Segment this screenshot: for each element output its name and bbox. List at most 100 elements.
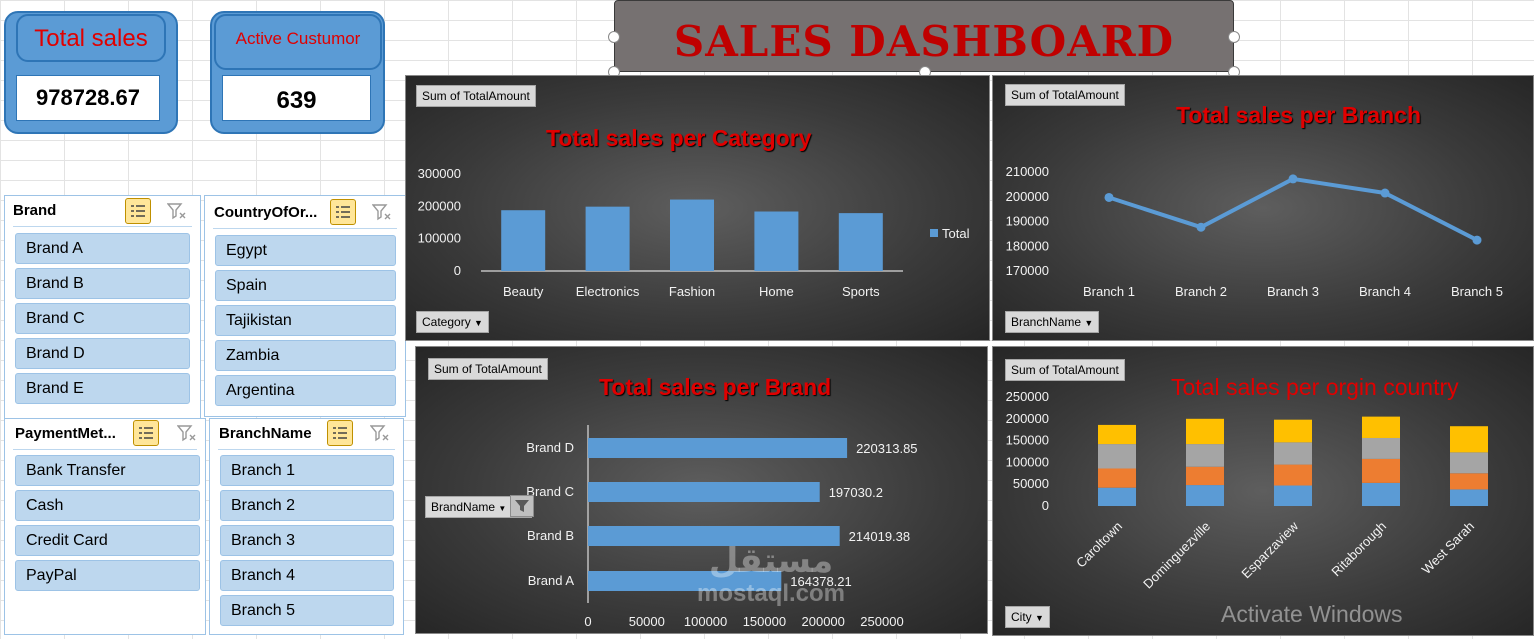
category-filter-button[interactable]: Category ▼	[416, 311, 489, 333]
y-tick-label: Brand D	[526, 440, 574, 455]
x-tick-label: Dominguezville	[1140, 519, 1213, 592]
branch-line-chart: 170000 180000 190000 200000 210000 Branch 1 Br…	[1006, 164, 1503, 299]
watermark-logo-latin: mostaql.com	[696, 580, 846, 607]
x-tick-label: West Sarah	[1419, 519, 1477, 577]
slicer-item[interactable]: Zambia	[215, 340, 396, 371]
stack-segment	[1450, 426, 1488, 453]
x-tick-label: Fashion	[669, 284, 715, 299]
brand-slicer: Brand Brand A Brand B Brand C Brand D Br…	[4, 195, 201, 420]
bar	[588, 438, 848, 458]
y-tick-label: 150000	[1006, 433, 1049, 448]
slicer-item[interactable]: Branch 2	[220, 490, 394, 521]
y-tick-label: Brand A	[528, 573, 575, 588]
resize-handle[interactable]	[1228, 31, 1240, 43]
stack-segment	[1362, 416, 1400, 438]
country-slicer: CountryOfOr... Egypt Spain Tajikistan Za…	[204, 195, 406, 417]
clear-filter-icon[interactable]	[370, 200, 394, 224]
slicer-header: BranchName	[219, 425, 312, 442]
slicer-item[interactable]: Branch 5	[220, 595, 394, 626]
stack-segment	[1186, 444, 1224, 467]
bar	[585, 206, 630, 271]
x-tick-label: Branch 2	[1175, 284, 1227, 299]
city-filter-button[interactable]: City ▼	[1005, 606, 1050, 628]
x-tick-label: Branch 4	[1359, 284, 1411, 299]
bar	[501, 210, 546, 271]
stack-segment	[1186, 418, 1224, 445]
resize-handle[interactable]	[608, 31, 620, 43]
x-tick-label: Caroltown	[1073, 519, 1125, 571]
clear-filter-icon[interactable]	[368, 421, 392, 445]
multi-select-icon[interactable]	[330, 199, 356, 225]
stack-segment	[1274, 485, 1312, 506]
slicer-item[interactable]: Egypt	[215, 235, 396, 266]
country-chart-panel[interactable]: Sum of TotalAmount Total sales per orgin…	[992, 346, 1534, 636]
slicer-item[interactable]: Cash	[15, 490, 200, 521]
y-tick-label: 250000	[1006, 389, 1049, 404]
x-tick-label: Branch 5	[1451, 284, 1503, 299]
brand-chart-panel[interactable]: Sum of TotalAmount Total sales per Brand…	[415, 346, 988, 634]
clear-filter-icon[interactable]	[175, 421, 199, 445]
slicer-item[interactable]: Brand B	[15, 268, 190, 299]
dropdown-icon: ▼	[498, 504, 507, 513]
slicer-item[interactable]: Argentina	[215, 375, 396, 406]
funnel-icon[interactable]	[510, 495, 534, 517]
x-tick-label: Ritaborough	[1328, 519, 1389, 580]
slicer-divider	[13, 226, 192, 227]
multi-select-icon[interactable]	[327, 420, 353, 446]
stack-segment	[1098, 487, 1136, 506]
y-tick-label: 0	[1042, 498, 1049, 513]
multi-select-icon[interactable]	[125, 198, 151, 224]
y-tick-label: 50000	[1013, 476, 1049, 491]
slicer-item[interactable]: Tajikistan	[215, 305, 396, 336]
slicer-item[interactable]: Bank Transfer	[15, 455, 200, 486]
watermark-logo: مستقل mostaql.com	[681, 542, 861, 608]
x-tick-label: Esparzaview	[1238, 518, 1301, 581]
x-tick-label: 150000	[743, 614, 786, 629]
slicer-item[interactable]: Branch 3	[220, 525, 394, 556]
dropdown-icon: ▼	[1084, 318, 1094, 328]
slicer-item[interactable]: Branch 1	[220, 455, 394, 486]
filter-label: BrandName	[431, 500, 496, 514]
legend-label: Total	[942, 226, 970, 241]
slicer-item[interactable]: Spain	[215, 270, 396, 301]
bar	[838, 213, 883, 271]
y-tick-label: 190000	[1006, 214, 1049, 229]
y-tick-label: 0	[454, 263, 461, 278]
category-chart-panel[interactable]: Sum of TotalAmount Total sales per Categ…	[405, 75, 990, 341]
y-tick-label: Brand B	[527, 528, 574, 543]
line-point	[1472, 235, 1482, 245]
slicer-divider	[218, 449, 395, 450]
branch-chart-panel[interactable]: Sum of TotalAmount Total sales per Branc…	[992, 75, 1534, 341]
slicer-divider	[213, 228, 397, 229]
slicer-item[interactable]: Brand E	[15, 373, 190, 404]
total-sales-label: Total sales	[16, 14, 166, 62]
slicer-item[interactable]: Branch 4	[220, 560, 394, 591]
y-tick-label: 210000	[1006, 164, 1049, 179]
x-tick-label: Beauty	[503, 284, 544, 299]
y-tick-label: 200000	[418, 198, 461, 213]
slicer-item[interactable]: Brand C	[15, 303, 190, 334]
branch-filter-button[interactable]: BranchName ▼	[1005, 311, 1100, 333]
x-tick-label: 250000	[860, 614, 903, 629]
multi-select-icon[interactable]	[133, 420, 159, 446]
slicer-header: PaymentMet...	[15, 425, 116, 442]
stack-segment	[1450, 452, 1488, 474]
x-tick-label: 50000	[629, 614, 665, 629]
slicer-item[interactable]: PayPal	[15, 560, 200, 591]
slicer-item[interactable]: Brand A	[15, 233, 190, 264]
stack-segment	[1098, 444, 1136, 469]
y-tick-label: 180000	[1006, 238, 1049, 253]
bar	[588, 482, 820, 502]
stack-segment	[1098, 468, 1136, 488]
stack-segment	[1274, 442, 1312, 465]
y-tick-label: 100000	[1006, 454, 1049, 469]
slicer-item[interactable]: Brand D	[15, 338, 190, 369]
data-label: 220313.85	[856, 441, 917, 456]
line-point	[1288, 174, 1298, 184]
slicer-header: Brand	[13, 202, 57, 219]
slicer-item[interactable]: Credit Card	[15, 525, 200, 556]
clear-filter-icon[interactable]	[165, 199, 189, 223]
dashboard-title-box[interactable]: SALES DASHBOARD	[614, 0, 1234, 72]
filter-label: City	[1011, 610, 1032, 624]
data-label: 197030.2	[829, 485, 883, 500]
